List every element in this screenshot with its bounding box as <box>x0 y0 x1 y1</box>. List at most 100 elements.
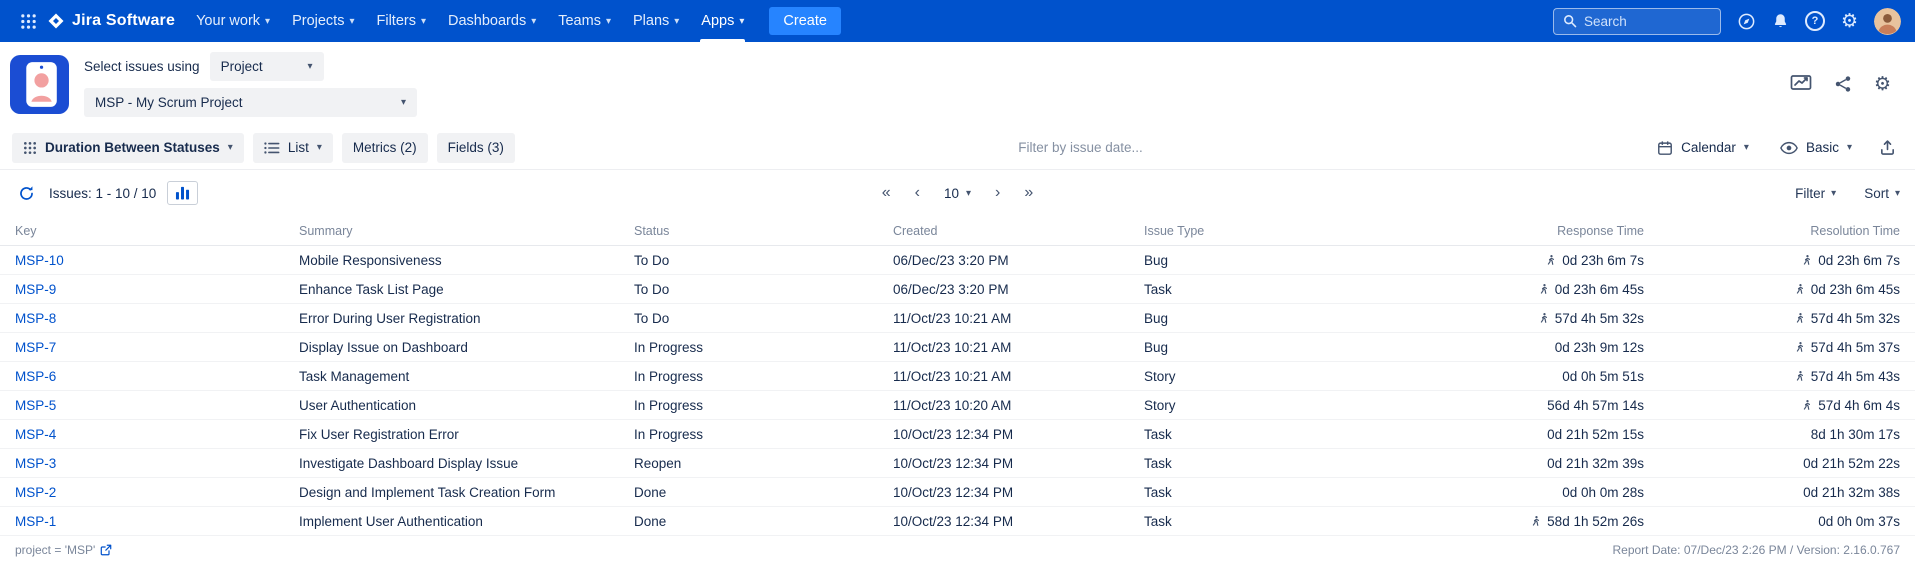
nav-item-filters[interactable]: Filters▾ <box>366 0 438 42</box>
chart-report-icon[interactable] <box>1790 74 1812 94</box>
chart-view-toggle[interactable] <box>167 181 198 205</box>
jql-query-link[interactable]: project = 'MSP' <box>15 543 112 557</box>
issue-created: 11/Oct/23 10:21 AM <box>893 369 1144 384</box>
chevron-down-icon: ▾ <box>1895 188 1900 199</box>
view-mode-select[interactable]: List ▾ <box>253 133 333 163</box>
user-avatar[interactable] <box>1874 8 1901 35</box>
export-button[interactable] <box>1872 134 1903 161</box>
search-input[interactable] <box>1584 14 1711 29</box>
issue-key-link[interactable]: MSP-2 <box>15 485 56 500</box>
filter-menu[interactable]: Filter ▾ <box>1795 186 1836 201</box>
report-type-value: Duration Between Statuses <box>45 140 220 155</box>
bar-chart-icon <box>175 186 190 200</box>
nav-item-label: Apps <box>701 13 734 29</box>
table-row[interactable]: MSP-10 Mobile Responsiveness To Do 06/De… <box>0 246 1915 275</box>
issue-created: 10/Oct/23 12:34 PM <box>893 456 1144 471</box>
view-style-select[interactable]: Basic ▾ <box>1769 133 1863 163</box>
next-page-button[interactable]: › <box>995 185 1000 201</box>
select-issues-label: Select issues using <box>84 59 200 74</box>
table-row[interactable]: MSP-3 Investigate Dashboard Display Issu… <box>0 449 1915 478</box>
issue-key-link[interactable]: MSP-1 <box>15 514 56 529</box>
response-time-value: 0d 0h 5m 51s <box>1562 369 1644 384</box>
calendar-select[interactable]: Calendar ▾ <box>1646 133 1760 163</box>
column-header-status[interactable]: Status <box>634 224 893 238</box>
issue-type: Task <box>1144 282 1424 297</box>
nav-item-teams[interactable]: Teams▾ <box>547 0 622 42</box>
nav-item-your-work[interactable]: Your work▾ <box>185 0 281 42</box>
resolution-time-value: 0d 21h 52m 22s <box>1803 456 1900 471</box>
issues-bar: Issues: 1 - 10 / 10 « ‹ 10 ▾ › » Filter … <box>0 170 1915 216</box>
table-row[interactable]: MSP-4 Fix User Registration Error In Pro… <box>0 420 1915 449</box>
table-row[interactable]: MSP-2 Design and Implement Task Creation… <box>0 478 1915 507</box>
last-page-button[interactable]: » <box>1024 185 1033 201</box>
jira-logo[interactable]: Jira Software <box>43 12 185 30</box>
sort-menu[interactable]: Sort ▾ <box>1864 186 1900 201</box>
resolution-time-value: 0d 23h 6m 45s <box>1811 282 1900 297</box>
project-select-value: MSP - My Scrum Project <box>95 95 243 110</box>
issue-created: 10/Oct/23 12:34 PM <box>893 485 1144 500</box>
issue-status: In Progress <box>634 398 893 413</box>
resolution-time-value: 57d 4h 5m 32s <box>1811 311 1900 326</box>
issue-key-link[interactable]: MSP-8 <box>15 311 56 326</box>
table-row[interactable]: MSP-5 User Authentication In Progress 11… <box>0 391 1915 420</box>
app-switcher-button[interactable] <box>14 7 43 36</box>
refresh-icon <box>18 185 35 202</box>
issue-type: Task <box>1144 485 1424 500</box>
nav-item-projects[interactable]: Projects▾ <box>281 0 365 42</box>
column-header-resolution-time[interactable]: Resolution Time <box>1644 224 1900 238</box>
share-icon[interactable] <box>1834 75 1852 93</box>
response-time-value: 58d 1h 52m 26s <box>1547 514 1644 529</box>
timer-running-icon <box>1793 283 1806 296</box>
issue-key-link[interactable]: MSP-10 <box>15 253 64 268</box>
response-time-value: 0d 21h 52m 15s <box>1547 427 1644 442</box>
app-settings-gear-icon[interactable]: ⚙ <box>1874 75 1891 94</box>
issue-key-link[interactable]: MSP-4 <box>15 427 56 442</box>
nav-item-apps[interactable]: Apps▾ <box>690 0 755 42</box>
issue-source-mode-select[interactable]: Project ▾ <box>210 52 324 81</box>
issue-key-link[interactable]: MSP-6 <box>15 369 56 384</box>
eye-icon <box>1780 141 1798 155</box>
first-page-button[interactable]: « <box>882 185 891 201</box>
app-header-panel: Select issues using Project ▾ MSP - My S… <box>0 42 1915 126</box>
notifications-bell-icon[interactable] <box>1772 12 1789 30</box>
response-time-value: 0d 23h 9m 12s <box>1555 340 1644 355</box>
issue-key-link[interactable]: MSP-7 <box>15 340 56 355</box>
issue-created: 10/Oct/23 12:34 PM <box>893 427 1144 442</box>
column-header-issue-type[interactable]: Issue Type <box>1144 224 1424 238</box>
issue-summary: Implement User Authentication <box>299 514 634 529</box>
discover-compass-icon[interactable] <box>1737 12 1756 31</box>
issue-key-link[interactable]: MSP-3 <box>15 456 56 471</box>
page-size-select[interactable]: 10 ▾ <box>944 186 971 201</box>
issue-type: Bug <box>1144 311 1424 326</box>
toolbar-right-group: Calendar ▾ Basic ▾ <box>1646 133 1903 163</box>
table-row[interactable]: MSP-7 Display Issue on Dashboard In Prog… <box>0 333 1915 362</box>
issue-source-mode-value: Project <box>221 59 263 74</box>
table-row[interactable]: MSP-6 Task Management In Progress 11/Oct… <box>0 362 1915 391</box>
table-row[interactable]: MSP-1 Implement User Authentication Done… <box>0 507 1915 536</box>
column-header-response-time[interactable]: Response Time <box>1424 224 1644 238</box>
issue-key-link[interactable]: MSP-5 <box>15 398 56 413</box>
report-type-select[interactable]: Duration Between Statuses ▾ <box>12 133 244 163</box>
column-header-summary[interactable]: Summary <box>299 224 634 238</box>
metrics-button[interactable]: Metrics (2) <box>342 133 428 163</box>
table-row[interactable]: MSP-8 Error During User Registration To … <box>0 304 1915 333</box>
issue-summary: Fix User Registration Error <box>299 427 634 442</box>
table-row[interactable]: MSP-9 Enhance Task List Page To Do 06/De… <box>0 275 1915 304</box>
column-header-created[interactable]: Created <box>893 224 1144 238</box>
issue-status: Done <box>634 485 893 500</box>
fields-button[interactable]: Fields (3) <box>437 133 515 163</box>
issue-type: Task <box>1144 514 1424 529</box>
refresh-button[interactable] <box>15 182 38 205</box>
issues-bar-right: Filter ▾ Sort ▾ <box>1795 186 1900 201</box>
nav-item-plans[interactable]: Plans▾ <box>622 0 690 42</box>
create-button[interactable]: Create <box>769 7 841 35</box>
prev-page-button[interactable]: ‹ <box>915 185 920 201</box>
global-search[interactable] <box>1553 8 1721 35</box>
issue-key-link[interactable]: MSP-9 <box>15 282 56 297</box>
settings-gear-icon[interactable]: ⚙ <box>1841 12 1858 31</box>
help-icon[interactable]: ? <box>1805 11 1825 31</box>
nav-item-dashboards[interactable]: Dashboards▾ <box>437 0 547 42</box>
issue-date-filter-input[interactable] <box>524 140 1637 155</box>
column-header-key[interactable]: Key <box>15 224 299 238</box>
project-select[interactable]: MSP - My Scrum Project ▾ <box>84 88 417 117</box>
